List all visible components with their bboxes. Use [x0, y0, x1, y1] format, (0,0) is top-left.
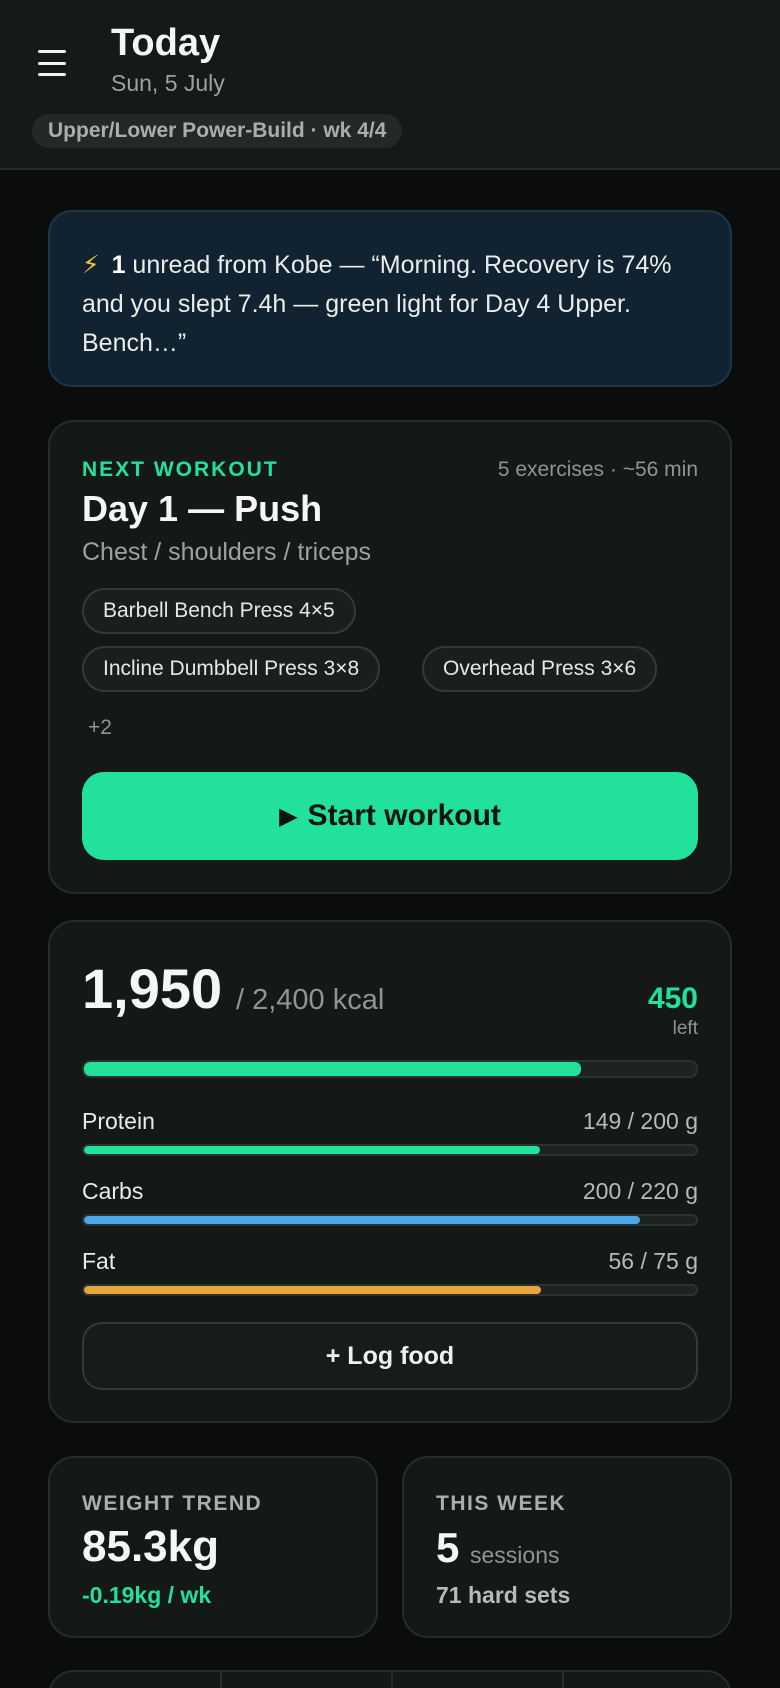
calories-eaten: 1,950: [82, 957, 223, 1020]
macro-value-protein: 149 / 200 g: [582, 1108, 698, 1134]
divider: [220, 1672, 222, 1688]
macro-name-protein: Protein: [82, 1108, 155, 1134]
protein-progress-bar: [82, 1144, 698, 1156]
lightning-bolt-icon: ⚡: [82, 251, 100, 279]
message-preview-text: unread from Kobe — “Morning. Recovery is…: [82, 251, 672, 357]
page-date: Sun, 5 July: [111, 70, 225, 96]
weight-trend-card[interactable]: WEIGHT TREND 85.3kg -0.19kg / wk: [48, 1456, 378, 1638]
bottom-stats-card: [48, 1670, 732, 1688]
nutrition-card: 1,950 / 2,400 kcal 450 left Protein 149 …: [48, 920, 732, 1423]
hamburger-menu-icon[interactable]: [38, 50, 66, 76]
carbs-progress-bar: [82, 1214, 698, 1226]
start-workout-label: Start workout: [307, 799, 501, 832]
fat-progress-bar: [82, 1284, 698, 1296]
exercise-chip[interactable]: Incline Dumbbell Press 3×8: [82, 646, 381, 692]
calories-goal: / 2,400 kcal: [236, 984, 385, 1016]
weight-value: 85.3kg: [82, 1522, 219, 1571]
play-icon: ▶: [279, 802, 298, 830]
exercise-chip[interactable]: Barbell Bench Press 4×5: [82, 588, 356, 634]
divider: [562, 1672, 564, 1688]
coach-message-card[interactable]: ⚡ 1 unread from Kobe — “Morning. Recovery…: [48, 210, 732, 387]
page-title: Today: [111, 22, 221, 64]
calories-left-value: 450: [647, 982, 698, 1015]
this-week-label: THIS WEEK: [436, 1492, 567, 1515]
next-workout-card: NEXT WORKOUT 5 exercises · ~56 min Day 1…: [48, 420, 732, 894]
workout-title: Day 1 — Push: [82, 488, 323, 529]
calories-left-label: left: [672, 1018, 698, 1039]
workout-subtitle: Chest / shoulders / triceps: [82, 538, 372, 566]
calorie-progress-fill: [84, 1062, 582, 1076]
weight-delta: -0.19kg / wk: [82, 1582, 212, 1608]
log-food-button[interactable]: + Log food: [82, 1322, 698, 1390]
fat-progress-fill: [84, 1286, 542, 1294]
macro-name-carbs: Carbs: [82, 1178, 144, 1204]
hard-sets-count: 71 hard sets: [436, 1582, 571, 1608]
sessions-unit: sessions: [470, 1542, 560, 1568]
macro-value-fat: 56 / 75 g: [608, 1248, 698, 1274]
app-header: Today Sun, 5 July Upper/Lower Power-Buil…: [0, 0, 780, 170]
macro-value-carbs: 200 / 220 g: [582, 1178, 698, 1204]
workout-meta: 5 exercises · ~56 min: [497, 458, 698, 481]
sessions-count: 5: [436, 1524, 460, 1571]
this-week-card[interactable]: THIS WEEK 5 sessions 71 hard sets: [402, 1456, 732, 1638]
weight-trend-label: WEIGHT TREND: [82, 1492, 263, 1515]
start-workout-button[interactable]: ▶ Start workout: [82, 772, 698, 860]
unread-count: 1: [111, 251, 126, 279]
program-badge[interactable]: Upper/Lower Power-Build · wk 4/4: [32, 114, 403, 148]
protein-progress-fill: [84, 1146, 540, 1154]
more-exercises-count[interactable]: +2: [88, 716, 112, 740]
exercise-chip[interactable]: Overhead Press 3×6: [422, 646, 658, 692]
next-workout-eyebrow: NEXT WORKOUT: [82, 458, 279, 481]
divider: [391, 1672, 393, 1688]
calorie-progress-bar: [82, 1060, 698, 1078]
carbs-progress-fill: [84, 1216, 641, 1224]
macro-name-fat: Fat: [82, 1248, 116, 1274]
